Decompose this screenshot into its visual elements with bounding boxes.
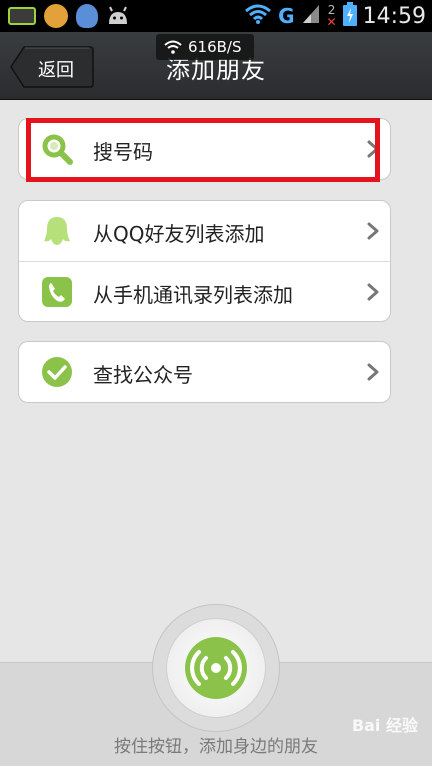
signal-icon [301,3,321,29]
check-circle-icon [41,356,73,388]
search-icon [41,133,73,165]
row-label: 查找公众号 [93,363,193,387]
wifi-icon [244,3,272,29]
chevron-right-icon [366,362,380,382]
radar-broadcast-icon[interactable] [184,636,248,700]
chevron-right-icon [366,221,380,241]
sim-2-label: 2 ✕ [326,3,337,29]
qq-penguin-icon [41,215,73,247]
network-speed: 616B/S [188,38,242,56]
group-import: 从QQ好友列表添加 从手机通讯录列表添加 [18,200,391,322]
row-label: 从手机通讯录列表添加 [93,283,293,307]
row-label: 搜号码 [93,140,153,164]
chevron-right-icon [366,139,380,159]
clock: 14:59 [362,3,426,29]
chevron-right-icon [366,282,380,302]
row-label: 从QQ好友列表添加 [93,222,265,246]
import-contacts-row[interactable]: 从手机通讯录列表添加 [19,261,390,321]
import-qq-friends-row[interactable]: 从QQ好友列表添加 [19,201,390,261]
network-type: G [278,4,295,28]
group-official: 查找公众号 [18,341,391,403]
search-number-row[interactable]: 搜号码 [19,119,390,179]
status-bar: G 2 ✕ 14:59 [0,0,432,32]
phone-icon [41,276,73,308]
watermark: Bai 经验 [351,716,418,735]
battery-charging-icon [342,2,357,30]
app-icon [44,4,68,28]
android-icon [106,6,130,26]
battery-widget-icon [8,7,36,25]
wifi-small-icon [164,40,182,54]
find-official-account-row[interactable]: 查找公众号 [19,342,390,402]
qq-icon [76,4,98,28]
group-search: 搜号码 [18,118,391,180]
network-speed-overlay: 616B/S [156,34,254,60]
